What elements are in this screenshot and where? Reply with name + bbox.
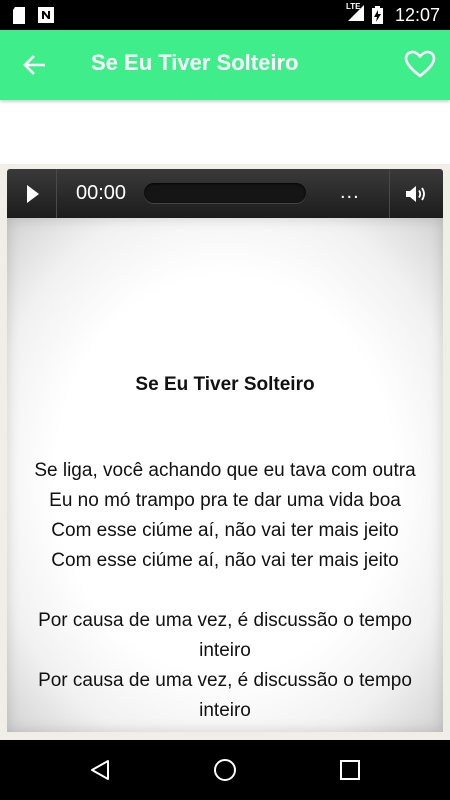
back-button[interactable] [18, 49, 50, 81]
duration: ... [340, 181, 360, 203]
status-time: 12:07 [394, 4, 440, 25]
nav-home-icon [214, 759, 236, 781]
lyric-line: Por causa de uma vez, é discussão o temp… [38, 670, 412, 691]
sd-card-icon [13, 6, 25, 24]
lyric-line: inteiro [199, 640, 251, 661]
verse: Se liga, você achando que eu tava com ou… [7, 456, 443, 576]
lyric-line: inteiro [199, 700, 251, 721]
nav-home-button[interactable] [209, 754, 241, 786]
lyric-line: Com esse ciúme aí, não vai ter mais jeit… [51, 550, 399, 571]
app-bar: Se Eu Tiver Solteiro [0, 30, 450, 100]
navigation-bar [0, 740, 450, 800]
audio-player: 00:00 ... [7, 169, 443, 218]
nav-back-icon [91, 760, 109, 780]
arrow-left-icon [23, 55, 45, 75]
nav-recents-icon [340, 760, 360, 780]
signal-icon: LTE [345, 1, 364, 26]
status-bar: LTE 12:07 [0, 0, 450, 30]
battery-icon [371, 6, 383, 24]
play-button[interactable] [7, 169, 57, 218]
lyric-line: Por causa de uma vez, é discussão o temp… [38, 610, 412, 631]
lyric-line: Eu no mó trampo pra te dar uma vida boa [49, 490, 401, 511]
nav-back-button[interactable] [84, 754, 116, 786]
volume-button[interactable] [389, 169, 443, 218]
song-title: Se Eu Tiver Solteiro [135, 374, 315, 395]
lyric-line: Se liga, você achando que eu tava com ou… [34, 460, 416, 481]
volume-icon [405, 185, 425, 202]
page-title: Se Eu Tiver Solteiro [91, 50, 299, 75]
notification-n-icon [38, 7, 54, 23]
nav-recents-button[interactable] [334, 754, 366, 786]
lyric-line: Com esse ciúme aí, não vai ter mais jeit… [51, 520, 399, 541]
content-frame: 00:00 ... Se Eu Tiver Solteiro Se liga, … [0, 164, 450, 740]
lyrics-panel[interactable]: Se Eu Tiver Solteiro Se liga, você achan… [7, 218, 443, 732]
verse: Por causa de uma vez, é discussão o temp… [7, 606, 443, 726]
network-label: LTE [345, 1, 361, 11]
heart-outline-icon [404, 50, 436, 78]
seek-bar[interactable] [144, 183, 306, 203]
favorite-button[interactable] [400, 46, 440, 82]
current-time: 00:00 [76, 182, 127, 204]
play-icon [27, 184, 39, 203]
